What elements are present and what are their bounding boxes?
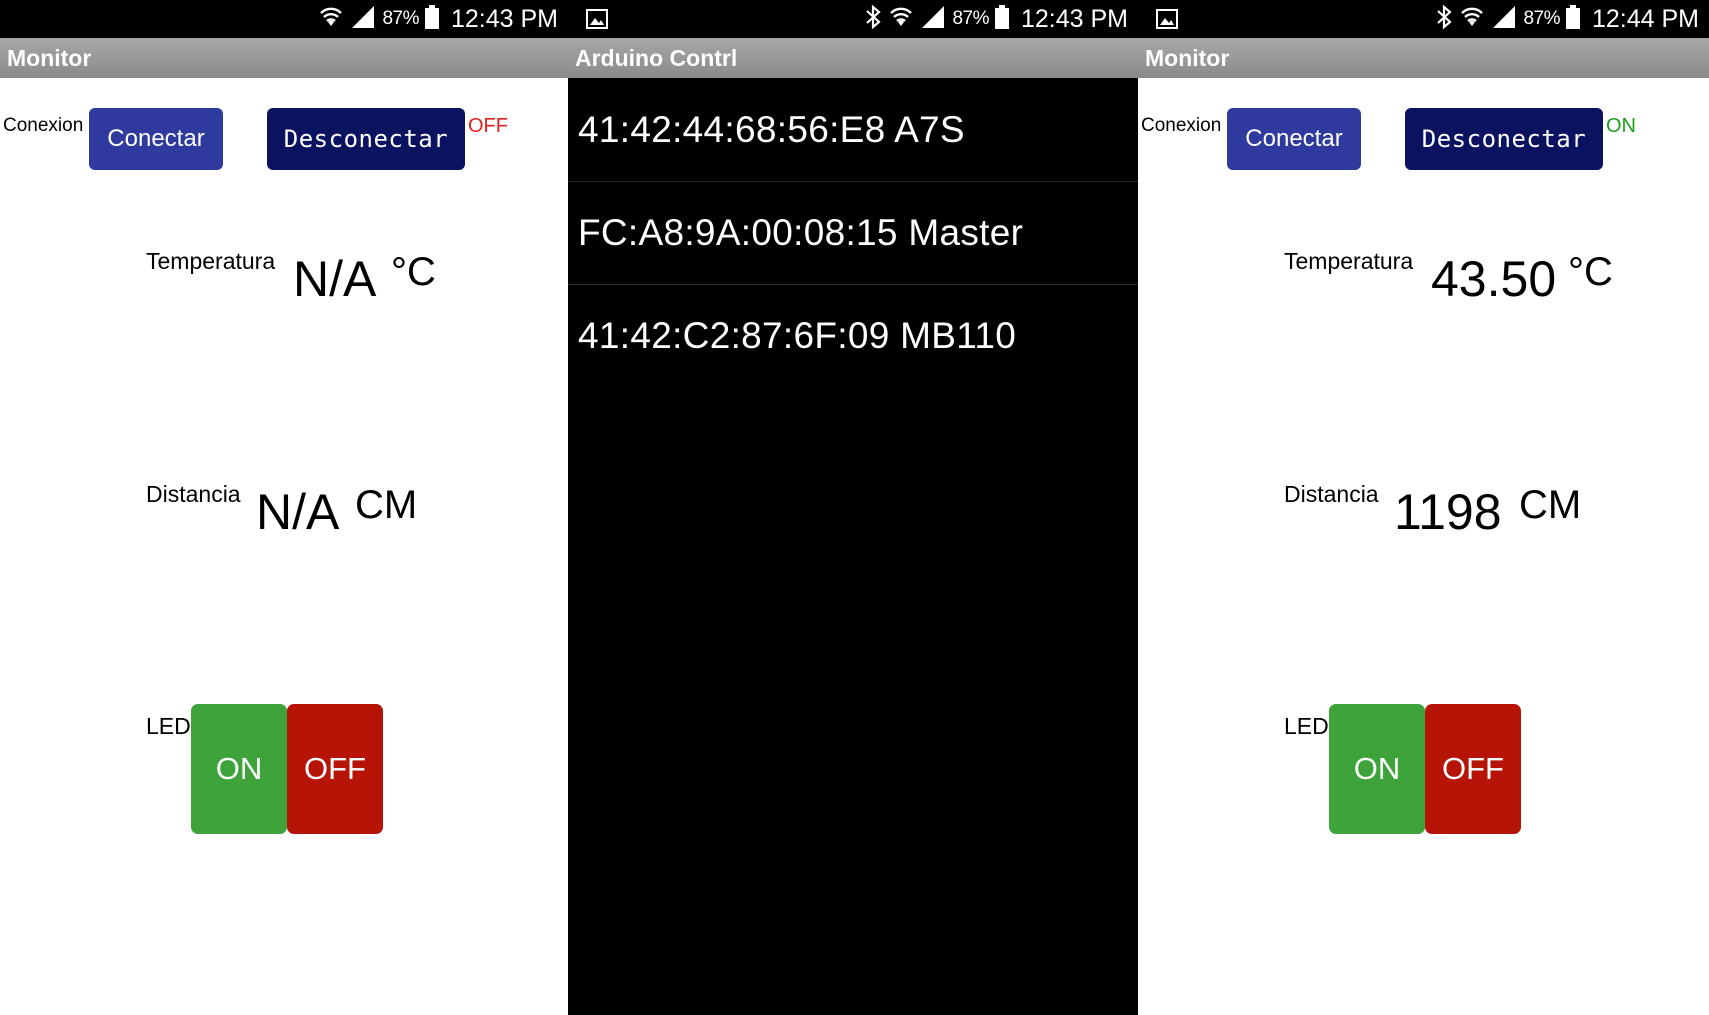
device-list-item[interactable]: 41:42:C2:87:6F:09 MB110 [568,285,1138,387]
temperatura-unit: °C [391,250,436,294]
connection-status: ON [1606,115,1636,137]
distancia-unit: CM [1519,483,1582,527]
battery-icon [424,4,439,34]
led-on-button[interactable]: ON [191,704,287,834]
distancia-unit: CM [355,483,418,527]
temperatura-value: 43.50 [1431,251,1557,307]
status-icons: 87% 12:43 PM [318,0,558,38]
battery-icon [994,4,1009,34]
temperatura-label: Temperatura [1284,248,1414,274]
conexion-label: Conexion [3,115,84,136]
battery-percent: 87% [952,8,989,29]
status-bar: 87% 12:44 PM [1138,0,1709,38]
led-label: LED [1284,713,1329,739]
signal-icon [350,4,376,35]
status-clock: 12:43 PM [1020,4,1128,33]
device-picker-screen: 87% 12:43 PM Arduino Contrl 41:42:44:68:… [568,0,1138,1015]
wifi-icon [1459,4,1485,35]
temperatura-value: N/A [293,251,377,307]
conectar-button[interactable]: Conectar [89,108,223,170]
status-clock: 12:43 PM [450,4,558,33]
app-title: Monitor [1138,38,1709,78]
connection-status: OFF [468,115,508,137]
battery-percent: 87% [1523,8,1560,29]
distancia-value: 1198 [1394,484,1502,540]
app-title: Arduino Contrl [568,38,1138,78]
led-label: LED [146,713,191,739]
led-off-button[interactable]: OFF [1425,704,1521,834]
desconectar-button[interactable]: Desconectar [267,108,465,170]
gallery-notification-icon [1156,9,1178,29]
distancia-value: N/A [256,484,340,540]
signal-icon [1491,4,1517,35]
signal-icon [920,4,946,35]
wifi-icon [888,4,914,35]
status-bar: 87% 12:43 PM [568,0,1138,38]
status-clock: 12:44 PM [1591,4,1699,33]
temperatura-label: Temperatura [146,248,276,274]
temperatura-unit: °C [1568,250,1613,294]
distancia-label: Distancia [1284,481,1379,507]
app-title: Monitor [0,38,568,78]
conexion-label: Conexion [1141,115,1222,136]
bluetooth-icon [864,4,882,35]
device-list-item[interactable]: FC:A8:9A:00:08:15 Master [568,182,1138,284]
status-icons: 87% 12:44 PM [1435,0,1699,38]
device-list-item[interactable]: 41:42:44:68:56:E8 A7S [568,79,1138,181]
gallery-notification-icon [586,9,608,29]
status-bar: 87% 12:43 PM [0,0,568,38]
led-on-button[interactable]: ON [1329,704,1425,834]
battery-icon [1565,4,1580,34]
wifi-icon [318,4,344,35]
conectar-button[interactable]: Conectar [1227,108,1361,170]
desconectar-button[interactable]: Desconectar [1405,108,1603,170]
monitor-screen-connected: 87% 12:44 PM Monitor Conexion Conectar D… [1138,0,1709,1015]
bluetooth-icon [1435,4,1453,35]
battery-percent: 87% [382,8,419,29]
distancia-label: Distancia [146,481,241,507]
monitor-screen-disconnected: 87% 12:43 PM Monitor Conexion Conectar D… [0,0,568,1015]
led-off-button[interactable]: OFF [287,704,383,834]
status-icons: 87% 12:43 PM [864,0,1128,38]
